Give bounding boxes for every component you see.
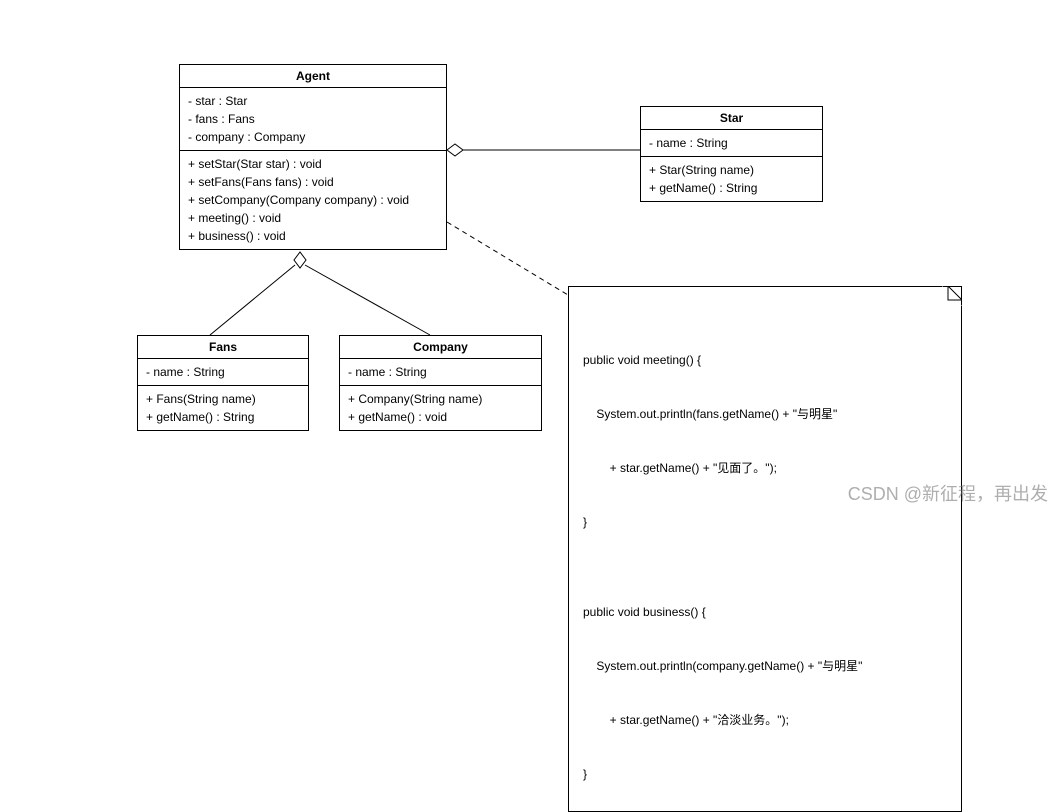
attr: - fans : Fans [188,110,438,128]
uml-class-star: Star - name : String + Star(String name)… [640,106,823,202]
class-title: Agent [180,65,446,88]
operations-section: + setStar(Star star) : void + setFans(Fa… [180,151,446,249]
attributes-section: - name : String [340,359,541,386]
note-line: + star.getName() + "见面了。"); [583,459,947,477]
attr: - star : Star [188,92,438,110]
note-line: } [583,765,947,783]
uml-class-fans: Fans - name : String + Fans(String name)… [137,335,309,431]
operations-section: + Fans(String name) + getName() : String [138,386,308,430]
diamond-icon [447,144,463,156]
op: + Star(String name) [649,161,814,179]
op: + getName() : String [649,179,814,197]
operations-section: + Company(String name) + getName() : voi… [340,386,541,430]
attr: - name : String [649,134,814,152]
attr: - company : Company [188,128,438,146]
operations-section: + Star(String name) + getName() : String [641,157,822,201]
op: + Fans(String name) [146,390,300,408]
op: + getName() : String [146,408,300,426]
assoc-agent-company [305,265,430,335]
class-title: Company [340,336,541,359]
note-fold-icon [942,286,962,306]
note-line: public void business() { [583,603,947,621]
diamond-icon [294,252,306,268]
note-line: System.out.println(fans.getName() + "与明星… [583,405,947,423]
uml-note: public void meeting() { System.out.print… [568,286,962,812]
op: + meeting() : void [188,209,438,227]
watermark: CSDN @新征程，再出发 [848,480,1048,506]
note-line: public void meeting() { [583,351,947,369]
note-line: + star.getName() + "洽淡业务。"); [583,711,947,729]
uml-class-company: Company - name : String + Company(String… [339,335,542,431]
op: + business() : void [188,227,438,245]
class-title: Fans [138,336,308,359]
uml-class-agent: Agent - star : Star - fans : Fans - comp… [179,64,447,250]
note-line: System.out.println(company.getName() + "… [583,657,947,675]
op: + setFans(Fans fans) : void [188,173,438,191]
attr: - name : String [146,363,300,381]
op: + Company(String name) [348,390,533,408]
attributes-section: - star : Star - fans : Fans - company : … [180,88,446,151]
op: + getName() : void [348,408,533,426]
note-line: } [583,513,947,531]
attributes-section: - name : String [138,359,308,386]
attr: - name : String [348,363,533,381]
note-anchor [447,222,568,295]
class-title: Star [641,107,822,130]
op: + setStar(Star star) : void [188,155,438,173]
attributes-section: - name : String [641,130,822,157]
op: + setCompany(Company company) : void [188,191,438,209]
assoc-agent-fans [210,265,295,335]
